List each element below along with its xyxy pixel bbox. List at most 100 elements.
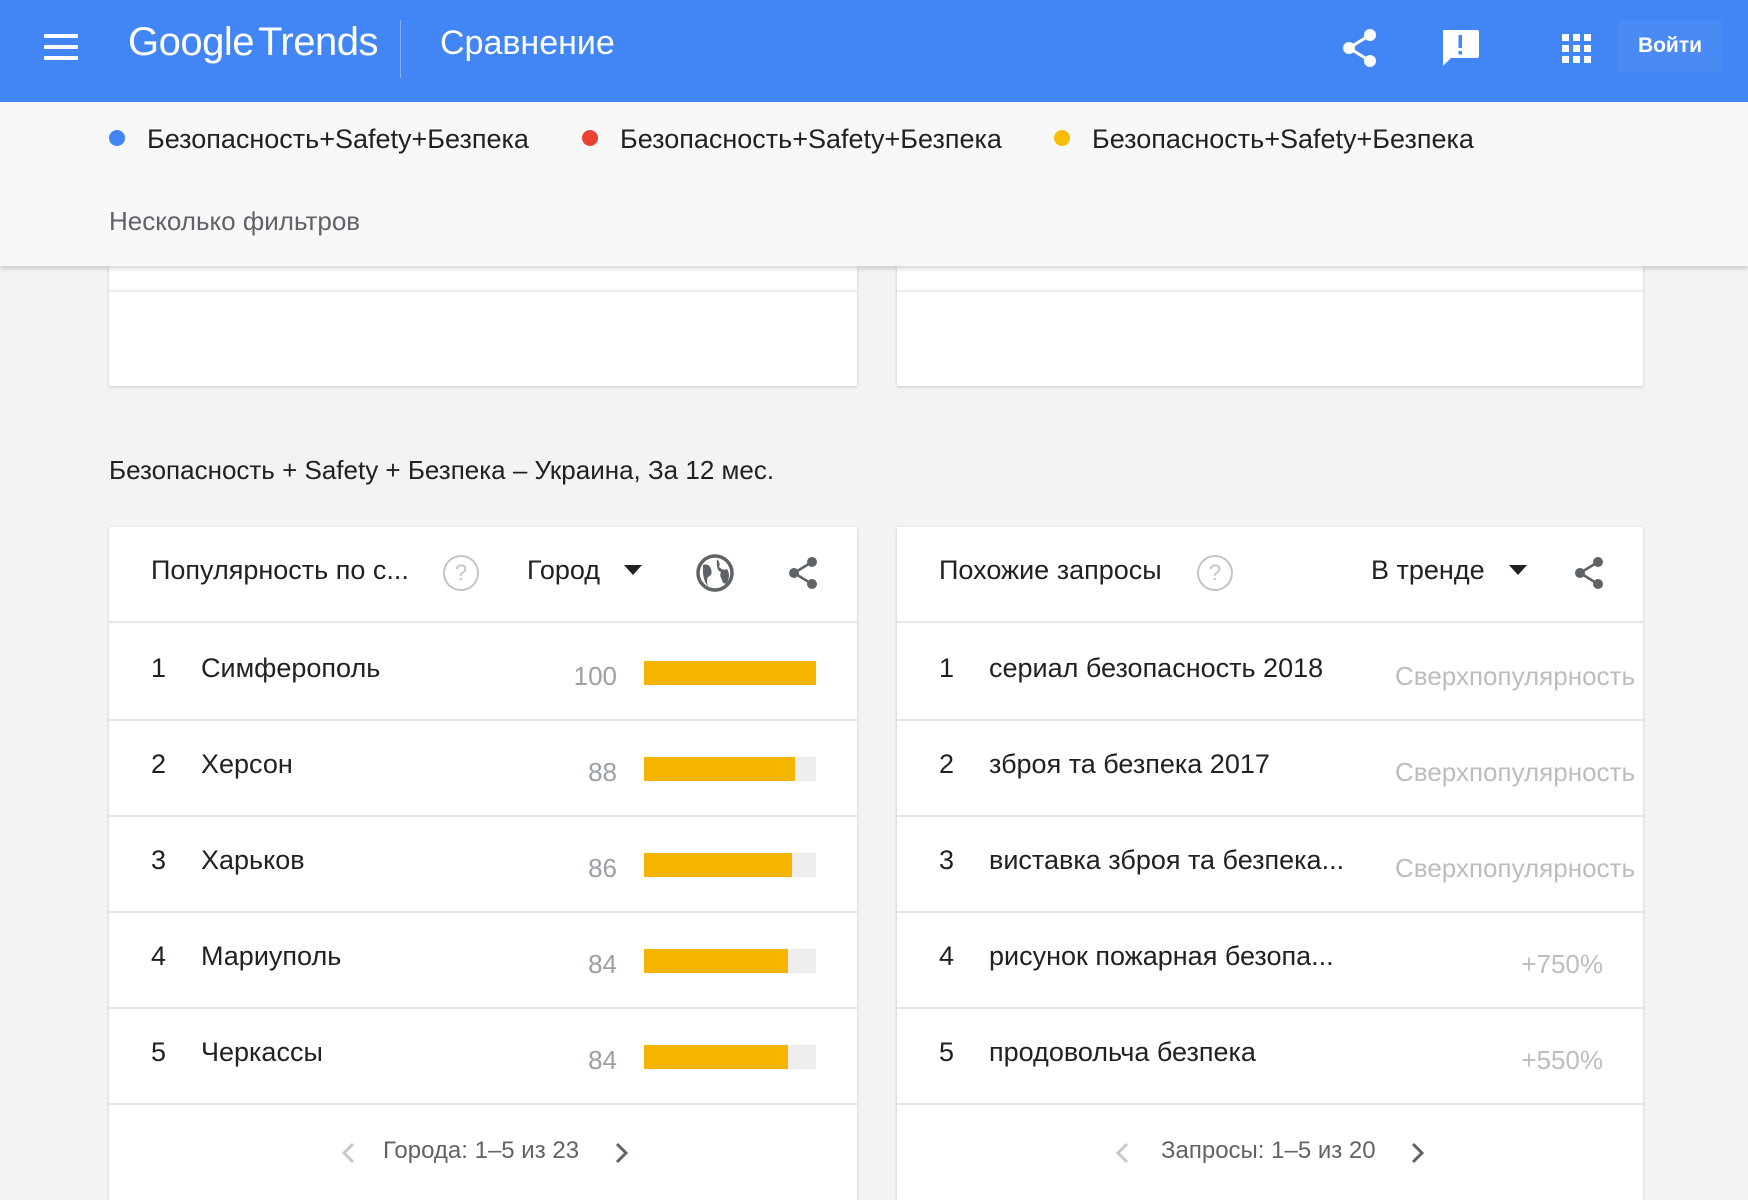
compare-term-3[interactable]: Безопасность+Safety+Безпека <box>1054 124 1474 155</box>
pagination-label: Запросы: 1–5 из 20 <box>1161 1137 1376 1164</box>
header-divider <box>400 20 401 78</box>
chevron-left-icon[interactable] <box>337 1139 361 1167</box>
dropdown-label: Город <box>527 555 601 585</box>
region-row[interactable]: 3 Харьков 86 <box>109 815 857 913</box>
card-divider <box>109 290 857 292</box>
page-title: Сравнение <box>440 24 615 62</box>
compare-term-2[interactable]: Безопасность+Safety+Безпека <box>582 124 1002 155</box>
region-row[interactable]: 1 Симферополь 100 <box>109 623 857 721</box>
term-color-dot <box>109 130 125 146</box>
region-name: Симферополь <box>201 653 381 683</box>
region-bar-fill <box>644 757 796 781</box>
term-label: Безопасность+Safety+Безпека <box>1092 124 1474 154</box>
top-app-bar: Google Trends Сравнение Войти <box>0 0 1748 102</box>
region-bar <box>644 1045 816 1069</box>
row-rank: 1 <box>151 653 167 683</box>
query-row[interactable]: 3 виставка зброя та безпека... Сверхпопу… <box>897 815 1643 913</box>
region-value: 88 <box>588 757 617 787</box>
google-trends-logo[interactable]: Google Trends <box>128 20 379 65</box>
region-name: Черкассы <box>201 1037 323 1067</box>
query-row[interactable]: 1 сериал безопасность 2018 Сверхпопулярн… <box>897 623 1643 721</box>
interest-by-region-card: Популярность по с... ? Город 1 Симферопо… <box>109 527 857 1200</box>
term-label: Безопасность+Safety+Безпека <box>147 124 529 154</box>
query-growth: Сверхпопулярность <box>1395 757 1635 787</box>
query-row[interactable]: 4 рисунок пожарная безопа... +750% <box>897 911 1643 1009</box>
logo-trends-text: Trends <box>257 20 379 64</box>
share-icon[interactable] <box>783 553 823 593</box>
menu-icon[interactable] <box>44 34 78 64</box>
previous-card-right <box>897 266 1643 386</box>
related-queries-card: Похожие запросы ? В тренде 1 сериал безо… <box>897 527 1643 1200</box>
query-growth: Сверхпопулярность <box>1395 853 1635 883</box>
query-row[interactable]: 5 продовольча безпека +550% <box>897 1007 1643 1105</box>
region-row[interactable]: 5 Черкассы 84 <box>109 1007 857 1105</box>
pagination: Города: 1–5 из 23 <box>109 1105 857 1199</box>
region-bar <box>644 757 816 781</box>
card-header: Популярность по с... ? Город <box>109 527 857 623</box>
feedback-icon[interactable] <box>1434 22 1486 74</box>
previous-card-left <box>109 266 857 386</box>
region-bar-fill <box>644 661 816 685</box>
help-icon[interactable]: ? <box>1197 555 1233 591</box>
card-divider <box>897 290 1643 292</box>
row-rank: 5 <box>151 1037 167 1067</box>
region-bar <box>644 949 816 973</box>
query-growth: +750% <box>1521 949 1603 979</box>
query-text: продовольча безпека <box>989 1037 1256 1067</box>
row-rank: 5 <box>939 1037 955 1067</box>
term-color-dot <box>582 130 598 146</box>
region-bar <box>644 661 816 685</box>
filters-button[interactable]: Несколько фильтров <box>109 206 360 237</box>
region-row[interactable]: 2 Херсон 88 <box>109 719 857 817</box>
chevron-right-icon[interactable] <box>609 1139 633 1167</box>
caret-down-icon <box>1508 565 1527 575</box>
query-text: виставка зброя та безпека... <box>989 845 1345 875</box>
card-title: Похожие запросы <box>939 555 1162 585</box>
row-rank: 3 <box>939 845 955 875</box>
section-title: Безопасность + Safety + Безпека – Украин… <box>109 455 775 485</box>
region-value: 100 <box>573 661 617 691</box>
row-rank: 2 <box>939 749 955 779</box>
row-rank: 2 <box>151 749 167 779</box>
row-rank: 4 <box>939 941 955 971</box>
row-rank: 3 <box>151 845 167 875</box>
row-rank: 1 <box>939 653 955 683</box>
share-icon[interactable] <box>1334 22 1386 74</box>
dropdown-label: В тренде <box>1371 555 1485 585</box>
sort-dropdown[interactable]: В тренде <box>1371 555 1527 586</box>
region-name: Мариуполь <box>201 941 342 971</box>
query-row[interactable]: 2 зброя та безпека 2017 Сверхпопулярност… <box>897 719 1643 817</box>
help-icon[interactable]: ? <box>443 555 479 591</box>
globe-icon[interactable] <box>695 553 735 593</box>
share-icon[interactable] <box>1569 553 1609 593</box>
region-row[interactable]: 4 Мариуполь 84 <box>109 911 857 1009</box>
region-name: Харьков <box>201 845 305 875</box>
chevron-left-icon[interactable] <box>1111 1139 1135 1167</box>
row-rank: 4 <box>151 941 167 971</box>
region-name: Херсон <box>201 749 293 779</box>
logo-google-text: Google <box>128 20 254 64</box>
term-color-dot <box>1054 130 1070 146</box>
region-bar-fill <box>644 1045 789 1069</box>
query-text: зброя та безпека 2017 <box>989 749 1270 779</box>
resolution-dropdown[interactable]: Город <box>527 555 643 586</box>
chevron-right-icon[interactable] <box>1405 1139 1429 1167</box>
pagination: Запросы: 1–5 из 20 <box>897 1105 1643 1199</box>
pagination-label: Города: 1–5 из 23 <box>383 1137 580 1164</box>
compare-terms-bar: Безопасность+Safety+Безпека Безопасность… <box>0 102 1748 266</box>
query-growth: Сверхпопулярность <box>1395 661 1635 691</box>
card-title: Популярность по с... <box>151 555 409 585</box>
compare-term-1[interactable]: Безопасность+Safety+Безпека <box>109 124 529 155</box>
region-value: 86 <box>588 853 617 883</box>
query-text: рисунок пожарная безопа... <box>989 941 1334 971</box>
caret-down-icon <box>624 565 643 575</box>
region-bar-fill <box>644 949 789 973</box>
card-header: Похожие запросы ? В тренде <box>897 527 1643 623</box>
region-value: 84 <box>588 1045 617 1075</box>
apps-icon[interactable] <box>1550 22 1602 74</box>
login-button[interactable]: Войти <box>1618 20 1722 72</box>
query-growth: +550% <box>1521 1045 1603 1075</box>
region-bar-fill <box>644 853 792 877</box>
term-label: Безопасность+Safety+Безпека <box>620 124 1002 154</box>
query-text: сериал безопасность 2018 <box>989 653 1324 683</box>
